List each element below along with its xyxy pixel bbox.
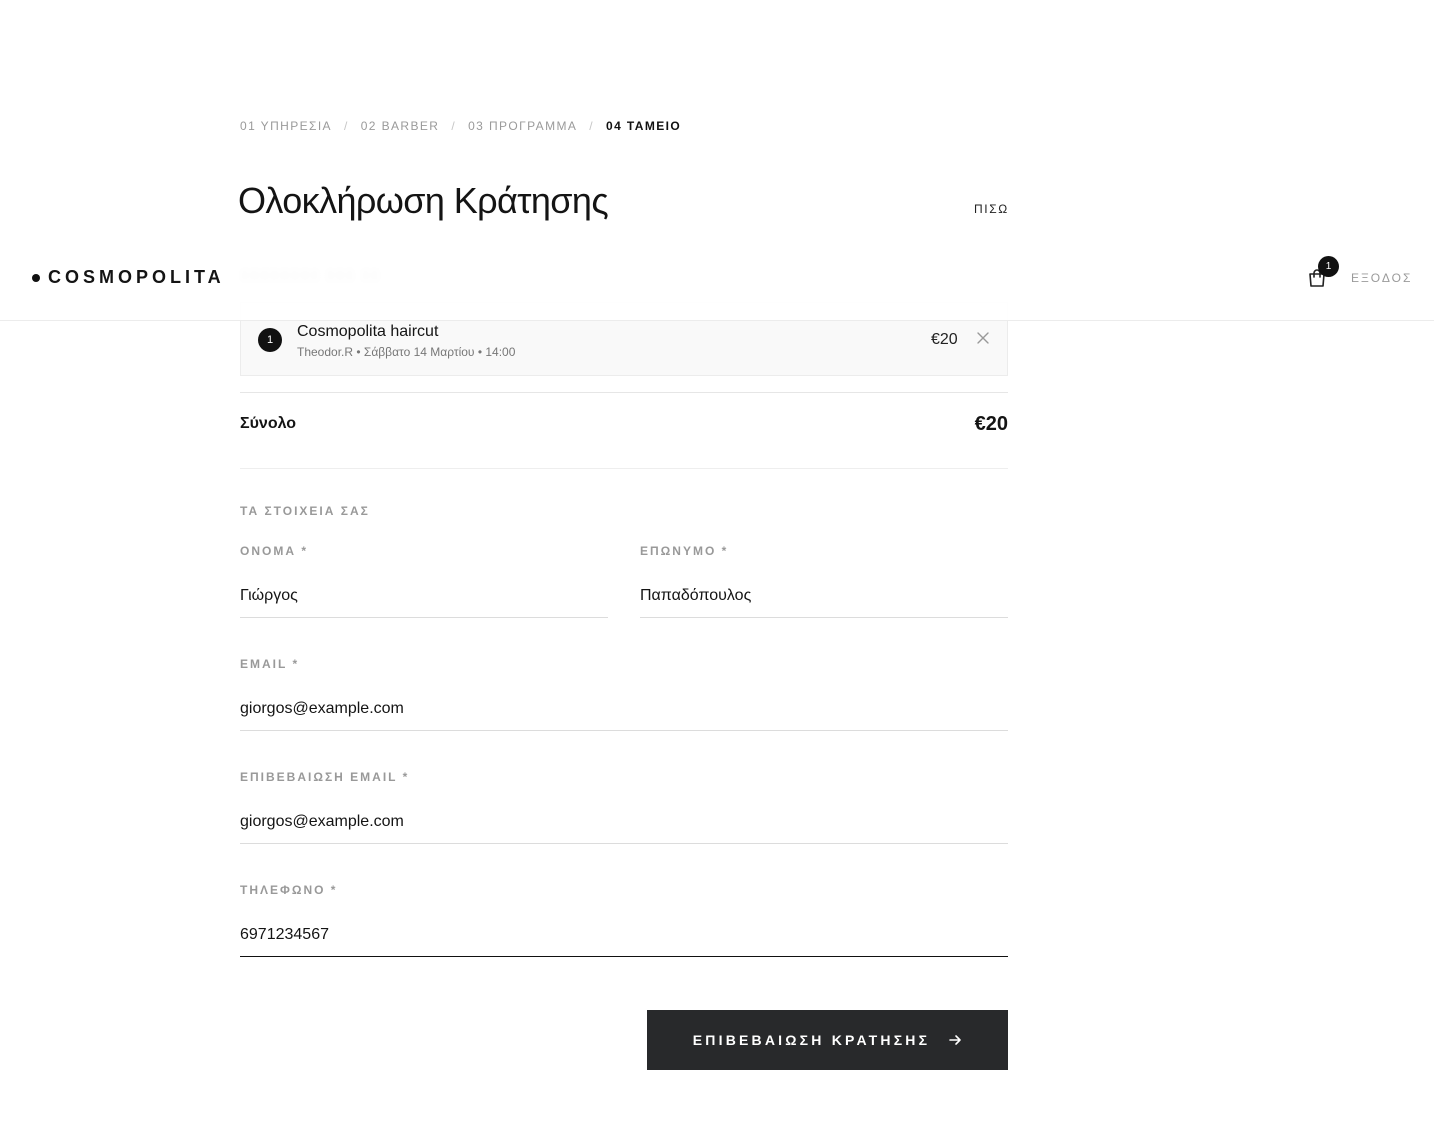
- breadcrumb: 01 ΥΠΗΡΕΣΙΑ / 02 BARBER / 03 ΠΡΟΓΡΑΜΜΑ /…: [240, 119, 681, 133]
- step-schedule[interactable]: 03 ΠΡΟΓΡΑΜΜΑ: [468, 119, 577, 133]
- total-value: €20: [974, 413, 1008, 435]
- step-checkout: 04 ΤΑΜΕΙΟ: [606, 119, 682, 133]
- email-confirm-label: ΕΠΙΒΕΒΑΙΩΣΗ EMAIL *: [240, 770, 410, 784]
- remove-item-button[interactable]: [976, 331, 990, 345]
- breadcrumb-separator: /: [343, 119, 349, 133]
- email-input[interactable]: [240, 687, 1008, 731]
- email-confirm-input[interactable]: [240, 800, 1008, 844]
- item-index-badge: 1: [258, 328, 282, 352]
- total-row: Σύνολο €20: [240, 392, 1008, 469]
- phone-label: ΤΗΛΕΦΩΝΟ *: [240, 883, 338, 897]
- brand-logo[interactable]: COSMOPOLITA: [32, 267, 225, 288]
- email-confirm-field: ΕΠΙΒΕΒΑΙΩΣΗ EMAIL *: [240, 770, 1008, 850]
- last-name-input[interactable]: [640, 574, 1008, 618]
- close-icon: [977, 332, 989, 344]
- first-name-label: ΟΝΟΜΑ *: [240, 544, 308, 558]
- back-link[interactable]: ΠΙΣΩ: [974, 202, 1009, 216]
- logout-link[interactable]: ΕΞΟΔΟΣ: [1351, 271, 1412, 285]
- item-price: €20: [931, 331, 958, 348]
- checkout-page: 01 ΥΠΗΡΕΣΙΑ / 02 BARBER / 03 ΠΡΟΓΡΑΜΜΑ /…: [0, 0, 1434, 1141]
- brand-name: COSMOPOLITA: [48, 267, 225, 287]
- form-section-title: ΤΑ ΣΤΟΙΧΕΙΑ ΣΑΣ: [240, 504, 370, 518]
- breadcrumb-separator: /: [589, 119, 595, 133]
- cart-count-badge: 1: [1318, 256, 1339, 277]
- first-name-input[interactable]: [240, 574, 608, 618]
- brand-dot-icon: [32, 273, 40, 282]
- step-service[interactable]: 01 ΥΠΗΡΕΣΙΑ: [240, 119, 332, 133]
- site-header: COSMOPOLITA 1 ΕΞΟΔΟΣ: [0, 237, 1434, 321]
- step-barber[interactable]: 02 BARBER: [361, 119, 440, 133]
- arrow-right-icon: [949, 1035, 962, 1045]
- breadcrumb-separator: /: [451, 119, 457, 133]
- phone-field: ΤΗΛΕΦΩΝΟ *: [240, 883, 1008, 963]
- first-name-field: ΟΝΟΜΑ *: [240, 544, 608, 624]
- page-title: Ολοκλήρωση Κράτησης: [238, 180, 609, 221]
- item-details: Theodor.R • Σάββατο 14 Μαρτίου • 14:00: [297, 345, 516, 359]
- total-label: Σύνολο: [240, 415, 297, 432]
- last-name-label: ΕΠΩΝΥΜΟ *: [640, 544, 729, 558]
- phone-input[interactable]: [240, 913, 1008, 957]
- last-name-field: ΕΠΩΝΥΜΟ *: [640, 544, 1008, 624]
- email-label: EMAIL *: [240, 657, 300, 671]
- confirm-booking-button[interactable]: ΕΠΙΒΕΒΑΙΩΣΗ ΚΡΑΤΗΣΗΣ: [647, 1010, 1008, 1070]
- item-name: Cosmopolita haircut: [297, 323, 439, 340]
- confirm-booking-label: ΕΠΙΒΕΒΑΙΩΣΗ ΚΡΑΤΗΣΗΣ: [692, 1032, 931, 1048]
- email-field: EMAIL *: [240, 657, 1008, 737]
